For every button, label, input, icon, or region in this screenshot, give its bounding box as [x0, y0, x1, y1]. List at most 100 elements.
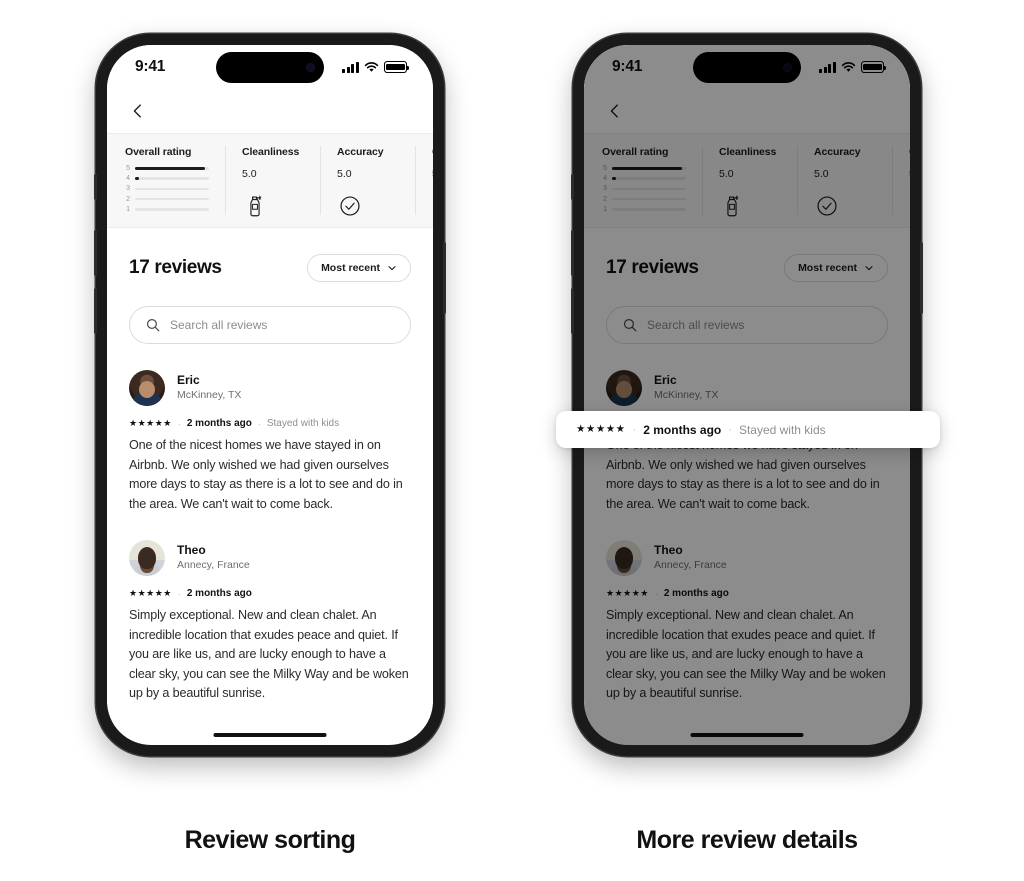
category-title: Accuracy	[337, 146, 384, 158]
review-author: Eric McKinney, TX	[606, 370, 888, 406]
histogram-track	[135, 187, 209, 191]
dynamic-island	[216, 52, 324, 83]
review-date: 2 months ago	[186, 418, 252, 429]
review-meta: ★★★★★ · 2 months ago	[129, 588, 411, 599]
meta-separator: ·	[654, 588, 658, 599]
histogram-row: 5	[125, 165, 209, 172]
key-icon	[909, 193, 910, 219]
status-bar-clock: 9:41	[135, 58, 166, 75]
key-icon	[432, 193, 433, 219]
phone-power-button[interactable]	[920, 242, 923, 314]
search-placeholder: Search all reviews	[170, 318, 268, 332]
chevron-down-icon	[865, 266, 873, 271]
histogram-row: 2	[602, 196, 686, 203]
sort-dropdown[interactable]: Most recent	[784, 254, 888, 282]
reviews-count: 17 reviews	[129, 257, 222, 278]
avatar	[129, 540, 165, 577]
review-author-name: Eric	[654, 373, 677, 388]
rating-histogram: 5 4 3 2 1	[602, 165, 686, 213]
category-score: 5.0	[337, 168, 352, 180]
review-text: Simply exceptional. New and clean chalet…	[129, 608, 409, 701]
review-meta-callout: ★★★★★ · 2 months ago · Stayed with kids	[556, 411, 940, 448]
review-author-location: Annecy, France	[177, 559, 250, 572]
histogram-label: 1	[126, 205, 130, 213]
histogram-track	[612, 177, 686, 180]
phone-screen-left: 9:41 Overall rating 5 4 3 2 1 Cleanlines…	[107, 45, 433, 745]
review-meta: ★★★★★ · 2 months ago · Stayed with kids	[129, 418, 411, 429]
phone-volume-up-button[interactable]	[94, 230, 97, 276]
rating-category-checkin: Chec 5.0	[416, 146, 433, 215]
category-score: 5.0	[719, 168, 734, 180]
chevron-left-icon[interactable]	[606, 102, 624, 120]
phone-mute-switch[interactable]	[94, 174, 97, 200]
status-bar-icons	[342, 61, 410, 73]
home-indicator[interactable]	[690, 732, 804, 737]
review-meta: ★★★★★ · 2 months ago	[606, 588, 888, 599]
nav-bar	[107, 89, 433, 133]
histogram-track	[135, 197, 209, 201]
review-author-location: McKinney, TX	[654, 389, 719, 402]
screenshot-stage: 9:41 Overall rating 5 4 3 2 1 Cleanlines…	[0, 0, 1024, 881]
phone-mute-switch[interactable]	[571, 174, 574, 200]
star-rating-icon: ★★★★★	[129, 418, 172, 428]
review-item: Eric McKinney, TX ★★★★★ · 2 months ago ·…	[129, 344, 411, 514]
category-score: 5.0	[909, 168, 910, 180]
avatar	[606, 370, 642, 406]
overall-rating-column: Overall rating 5 4 3 2 1	[107, 146, 226, 215]
reviews-content: 17 reviews Most recent Search all review…	[584, 228, 910, 704]
check-circle-icon	[817, 196, 837, 216]
signal-bars-icon	[342, 61, 359, 73]
review-author-name: Theo	[177, 543, 206, 558]
review-item: Theo Annecy, France ★★★★★ · 2 months ago…	[606, 514, 888, 704]
histogram-row: 4	[125, 175, 209, 182]
histogram-label: 5	[126, 165, 130, 172]
review-author: Theo Annecy, France	[129, 540, 411, 577]
histogram-row: 3	[602, 185, 686, 192]
histogram-row: 1	[602, 206, 686, 213]
histogram-label: 3	[126, 185, 130, 193]
review-text: Simply exceptional. New and clean chalet…	[606, 608, 886, 701]
battery-icon	[384, 61, 410, 73]
search-reviews-field[interactable]: Search all reviews	[129, 306, 411, 344]
chevron-down-icon	[388, 266, 396, 271]
phone-power-button[interactable]	[443, 242, 446, 314]
chevron-left-icon[interactable]	[129, 102, 147, 120]
category-title: Chec	[909, 146, 910, 158]
check-circle-icon	[340, 196, 360, 216]
status-bar-clock: 9:41	[612, 58, 643, 75]
home-indicator[interactable]	[213, 732, 327, 737]
category-title: Cleanliness	[242, 146, 300, 158]
spray-bottle-icon	[727, 195, 739, 217]
histogram-row: 1	[125, 206, 209, 213]
spray-bottle-icon	[250, 195, 262, 217]
status-bar-icons	[819, 61, 887, 73]
status-bar: 9:41	[107, 45, 433, 89]
battery-icon	[861, 61, 887, 73]
search-reviews-field[interactable]: Search all reviews	[606, 306, 888, 344]
phone-volume-down-button[interactable]	[571, 288, 574, 334]
histogram-label: 5	[603, 165, 607, 172]
phone-volume-down-button[interactable]	[94, 288, 97, 334]
sort-dropdown-label: Most recent	[798, 262, 857, 274]
histogram-label: 4	[603, 175, 607, 183]
rating-category-accuracy: Accuracy 5.0	[798, 146, 893, 216]
review-author-name: Theo	[654, 543, 683, 558]
histogram-track	[135, 177, 209, 180]
histogram-track	[612, 167, 686, 170]
review-author: Eric McKinney, TX	[129, 370, 411, 406]
category-title: Accuracy	[814, 146, 861, 158]
reviews-content: 17 reviews Most recent Search all review…	[107, 228, 433, 704]
sort-dropdown[interactable]: Most recent	[307, 254, 411, 282]
histogram-track	[135, 167, 209, 170]
ratings-summary-strip: Overall rating 5 4 3 2 1 Cleanliness 5.0…	[107, 133, 433, 228]
signal-bars-icon	[819, 61, 836, 73]
category-score: 5.0	[814, 168, 829, 180]
phone-volume-up-button[interactable]	[571, 230, 574, 276]
category-score: 5.0	[242, 168, 257, 180]
star-rating-icon: ★★★★★	[606, 588, 649, 599]
phone-mockup-left: 9:41 Overall rating 5 4 3 2 1 Cleanlines…	[94, 34, 446, 756]
category-title: Cleanliness	[719, 146, 777, 158]
overall-rating-title: Overall rating	[602, 146, 669, 158]
review-item: Theo Annecy, France ★★★★★ · 2 months ago…	[129, 514, 411, 704]
review-author-name: Eric	[177, 373, 200, 388]
